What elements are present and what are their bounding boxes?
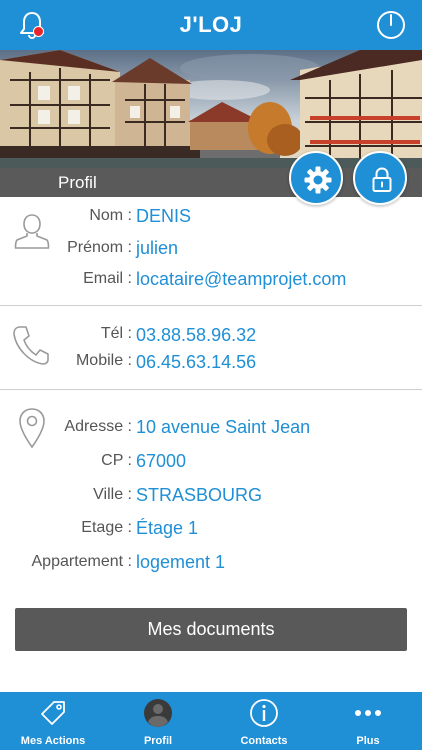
prenom-value: julien [136,238,179,258]
bottom-tab-bar: Mes Actions Profil Contacts Plus [0,692,422,750]
section-divider [0,305,422,306]
location-pin-icon [18,407,46,454]
header-banner-image [0,50,422,168]
tag-icon [38,698,68,733]
user-outline-icon [14,212,50,255]
prenom-label: Prénom : [67,239,132,256]
etage-value: Étage 1 [136,518,199,538]
ville-label: Ville : [93,486,132,503]
tab-label: Profil [143,735,173,747]
section-title: Profil [58,173,97,192]
settings-button[interactable] [289,151,343,205]
tab-mes-actions[interactable]: Mes Actions [8,692,98,750]
etage-label: Etage : [81,519,132,536]
tel-label: Tél : [100,325,132,342]
adresse-value: 10 avenue Saint Jean [136,417,311,437]
tab-profil[interactable]: Profil [118,692,198,750]
appartement-label: Appartement : [31,553,133,570]
email-value[interactable]: locataire@teamprojet.com [136,269,346,290]
more-dots-icon [352,698,384,733]
cp-value: 67000 [136,451,187,471]
tab-label: Mes Actions [20,735,86,747]
power-logout-icon[interactable] [376,10,406,40]
cp-label: CP : [101,452,132,469]
tab-label: Contacts [240,735,288,747]
gear-icon [304,166,332,194]
adresse-label: Adresse : [64,418,132,435]
section-divider [0,389,422,390]
email-label: Email : [83,270,132,287]
lock-icon [372,167,392,192]
mobile-value[interactable]: 06.45.63.14.56 [136,352,256,373]
tab-plus[interactable]: Plus [330,692,406,750]
appartement-value: logement 1 [136,552,226,572]
mobile-label: Mobile : [75,352,132,369]
app-title: J'LOJ [179,12,243,37]
top-app-bar: J'LOJ [0,0,422,50]
tel-value[interactable]: 03.88.58.96.32 [136,325,256,346]
user-avatar-icon [143,698,173,733]
password-lock-button[interactable] [353,151,407,205]
tab-contacts[interactable]: Contacts [222,692,306,750]
phone-icon [12,324,50,371]
nom-label: Nom : [89,207,132,224]
mes-documents-button[interactable]: Mes documents [15,608,407,651]
nom-value: DENIS [136,206,192,226]
ville-value: STRASBOURG [136,485,263,505]
tab-label: Plus [356,735,380,747]
info-icon [249,698,279,733]
